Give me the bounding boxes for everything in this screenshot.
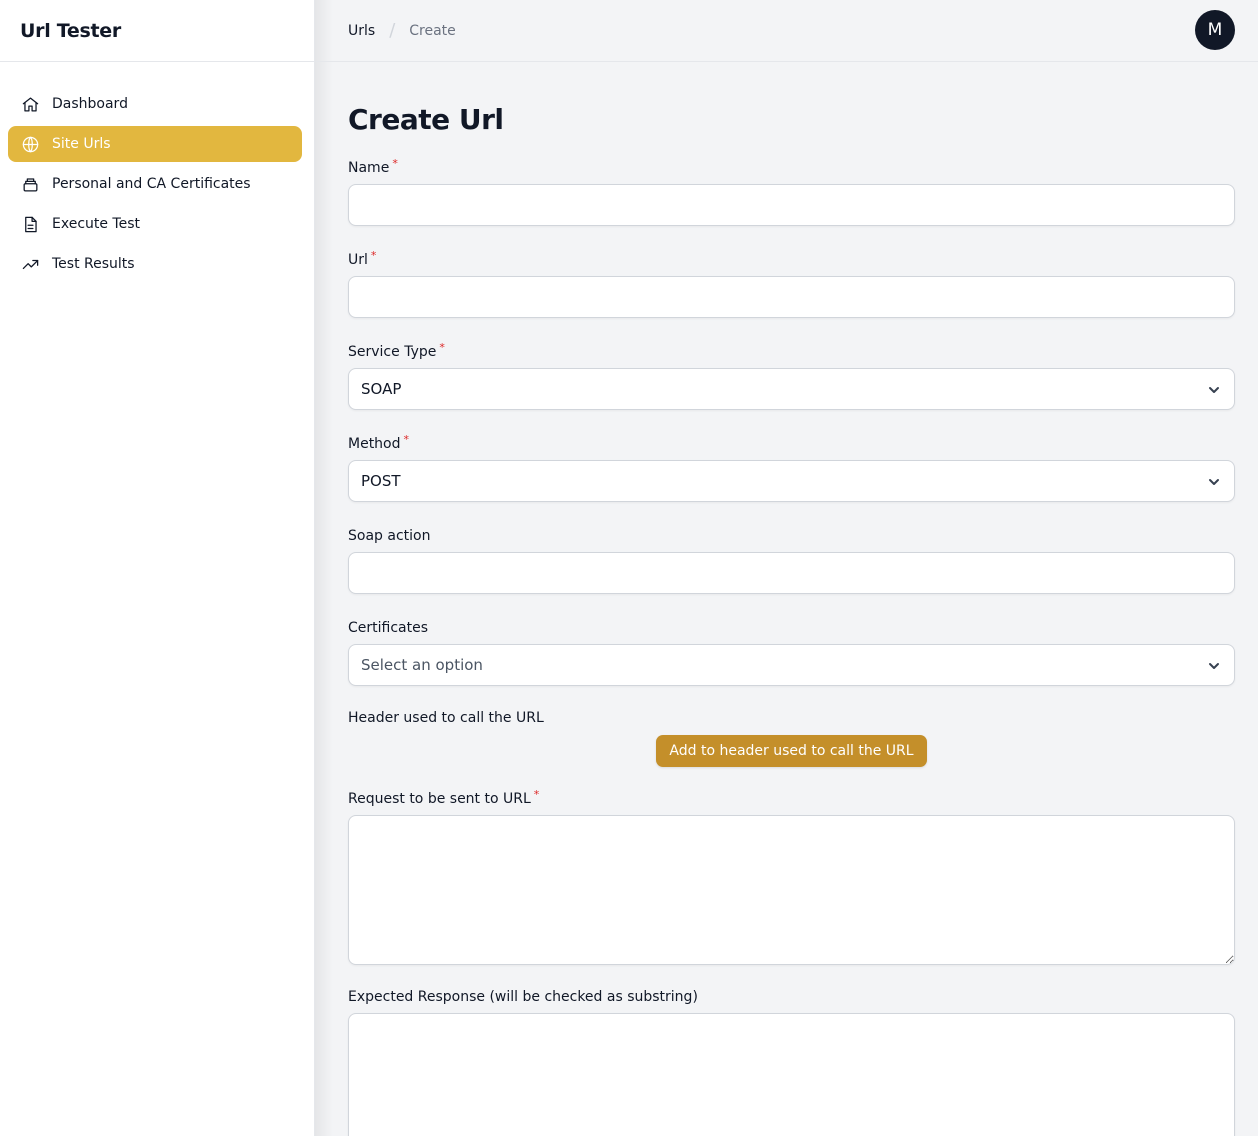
request-textarea[interactable]	[348, 815, 1235, 965]
required-mark: *	[533, 788, 540, 801]
soap-action-field-group: Soap action	[348, 526, 1235, 594]
service-type-field-group: Service Type * SOAP	[348, 341, 1235, 410]
sidebar-item-dashboard[interactable]: Dashboard	[8, 86, 302, 122]
certificates-placeholder: Select an option	[361, 656, 483, 674]
sidebar-item-test-results[interactable]: Test Results	[8, 246, 302, 282]
sidebar-item-execute-test[interactable]: Execute Test	[8, 206, 302, 242]
url-field-group: Url *	[348, 249, 1235, 318]
method-field-group: Method * POST	[348, 433, 1235, 502]
url-label: Url *	[348, 249, 377, 268]
brand-bar: Url Tester	[0, 0, 314, 62]
soap-action-input[interactable]	[348, 552, 1235, 594]
breadcrumb-separator: /	[389, 20, 396, 41]
sidebar-shadow	[315, 0, 333, 1136]
service-type-label: Service Type *	[348, 341, 445, 360]
sidebar-item-label: Execute Test	[52, 216, 141, 232]
breadcrumb-parent[interactable]: Urls	[348, 23, 375, 39]
service-type-select[interactable]: SOAP	[348, 368, 1235, 410]
request-label: Request to be sent to URL *	[348, 788, 540, 807]
app-title[interactable]: Url Tester	[20, 20, 121, 42]
avatar[interactable]: M	[1195, 10, 1235, 50]
required-mark: *	[403, 433, 410, 446]
certificates-select[interactable]: Select an option	[348, 644, 1235, 686]
method-value: POST	[361, 472, 401, 490]
add-header-button[interactable]: Add to header used to call the URL	[656, 735, 927, 767]
request-field-group: Request to be sent to URL *	[348, 788, 1235, 965]
main-content: Create Url Name * Url * Service Type * SOAP…	[348, 62, 1235, 1136]
globe-icon	[20, 134, 40, 154]
add-header-row: Add to header used to call the URL	[348, 735, 1235, 767]
topbar: Urls / Create M	[316, 0, 1258, 62]
required-mark: *	[392, 157, 398, 170]
sidebar-item-label: Site Urls	[52, 136, 111, 152]
chevron-down-icon	[1206, 658, 1222, 674]
required-mark: *	[439, 341, 445, 354]
method-label: Method *	[348, 433, 410, 452]
certificates-label: Certificates	[348, 620, 429, 636]
chevron-down-icon	[1206, 382, 1222, 398]
header-field-group: Header used to call the URL Add to heade…	[348, 708, 1235, 767]
breadcrumb: Urls / Create	[348, 20, 456, 41]
sidebar: Url Tester Dashboard Site Urls Personal …	[0, 0, 315, 1136]
method-select[interactable]: POST	[348, 460, 1235, 502]
sidebar-item-site-urls[interactable]: Site Urls	[8, 126, 302, 162]
sidebar-item-label: Test Results	[52, 256, 135, 272]
certificates-field-group: Certificates Select an option	[348, 618, 1235, 686]
archive-icon	[20, 174, 40, 194]
expected-response-field-group: Expected Response (will be checked as su…	[348, 987, 1235, 1136]
sidebar-item-certificates[interactable]: Personal and CA Certificates	[8, 166, 302, 202]
breadcrumb-current: Create	[409, 22, 456, 39]
chevron-down-icon	[1206, 474, 1222, 490]
home-icon	[20, 94, 40, 114]
service-type-value: SOAP	[361, 380, 402, 398]
sidebar-item-label: Personal and CA Certificates	[52, 176, 251, 192]
sidebar-nav: Dashboard Site Urls Personal and CA Cert…	[0, 62, 314, 282]
name-label: Name *	[348, 157, 398, 176]
required-mark: *	[370, 249, 377, 262]
trending-up-icon	[20, 254, 40, 274]
sidebar-item-label: Dashboard	[52, 96, 128, 112]
document-icon	[20, 214, 40, 234]
name-field-group: Name *	[348, 157, 1235, 226]
url-input[interactable]	[348, 276, 1235, 318]
expected-response-label: Expected Response (will be checked as su…	[348, 989, 698, 1005]
soap-action-label: Soap action	[348, 528, 431, 544]
header-label: Header used to call the URL	[348, 710, 544, 726]
expected-response-textarea[interactable]	[348, 1013, 1235, 1136]
page-title: Create Url	[348, 103, 504, 136]
name-input[interactable]	[348, 184, 1235, 226]
